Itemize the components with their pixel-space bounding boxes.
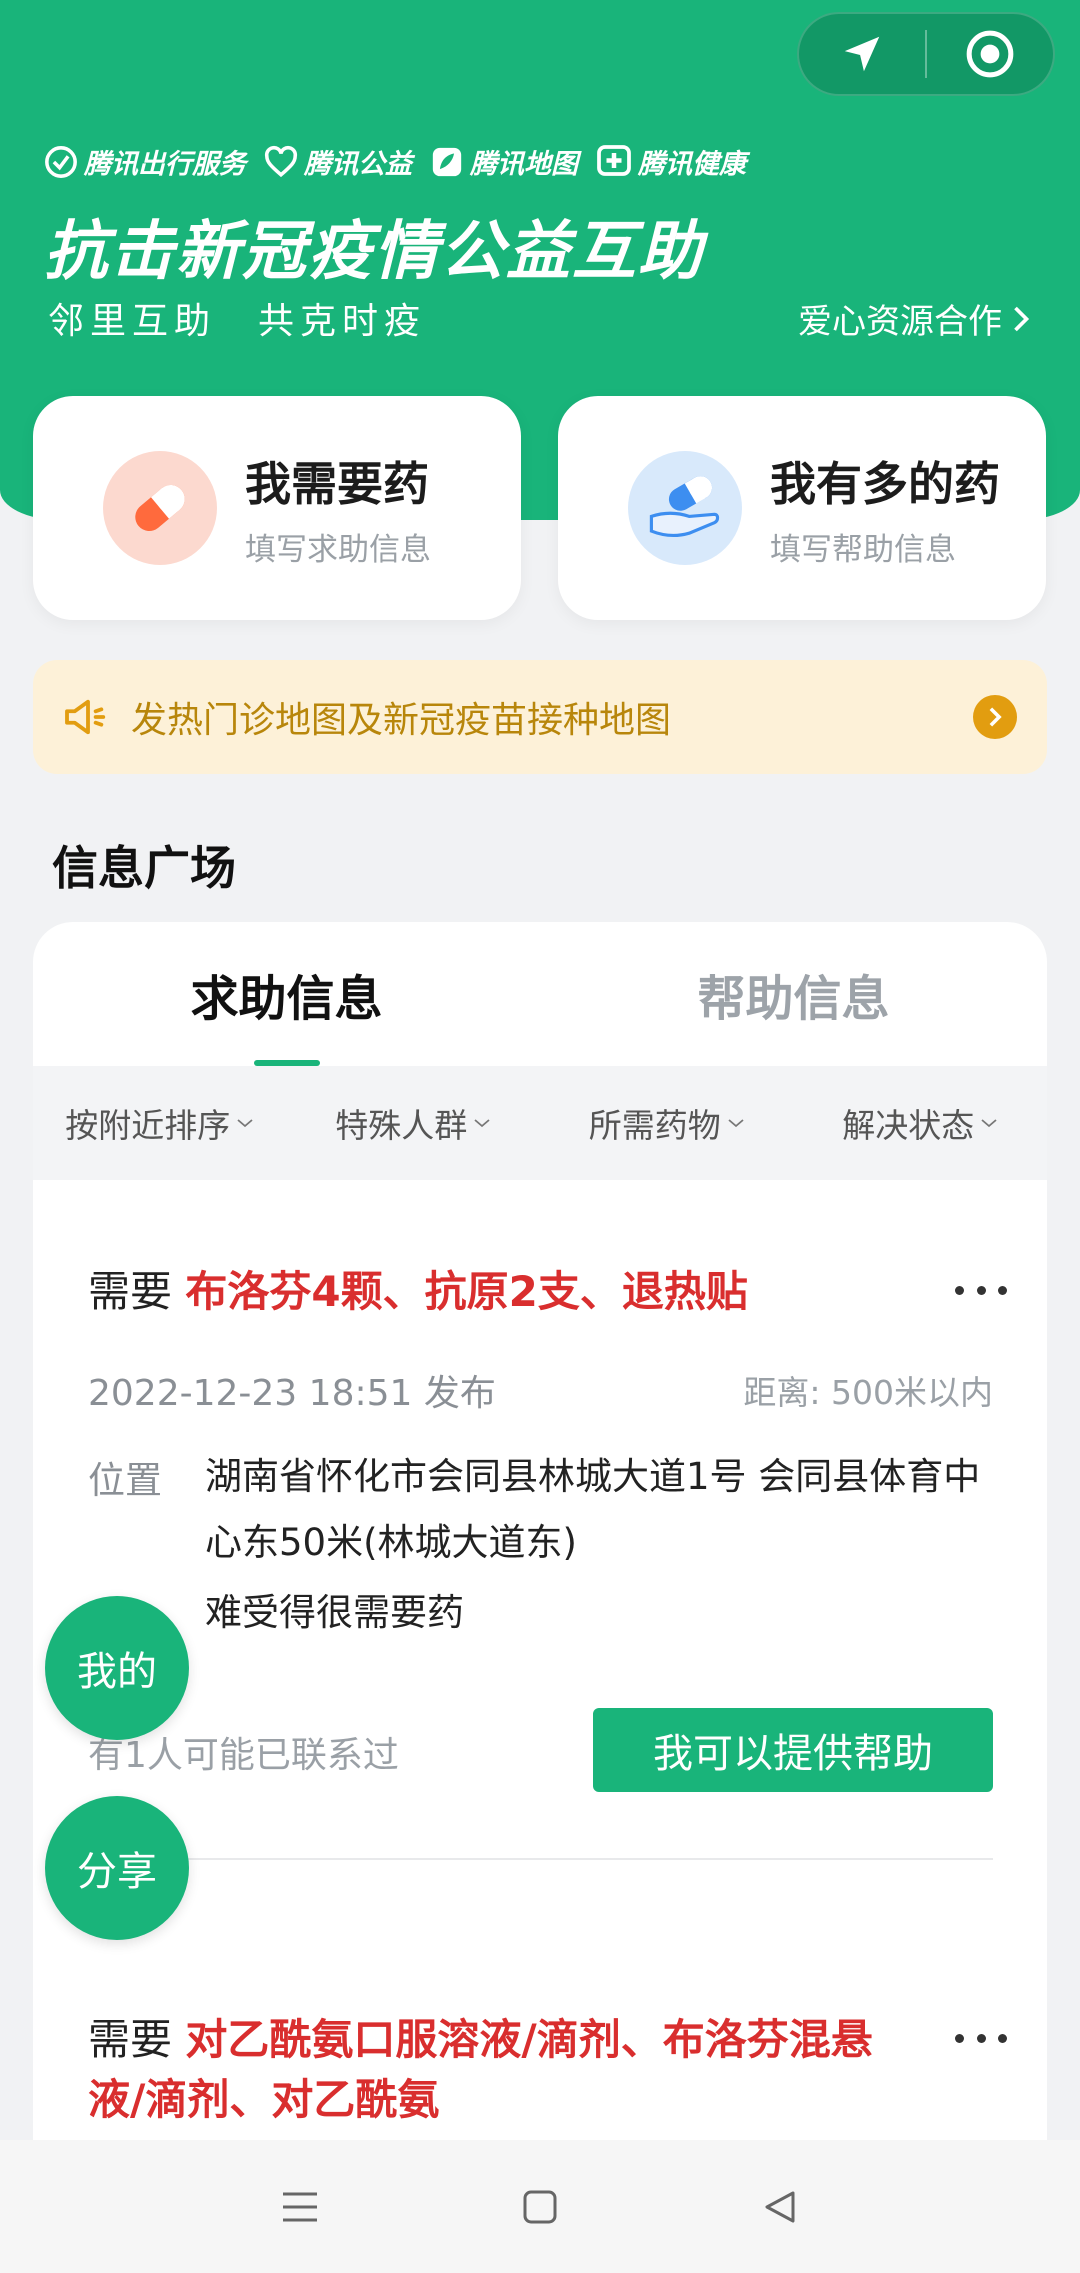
post-description: 难受得很需要药 bbox=[205, 1591, 464, 1634]
need-medicine-card[interactable]: 我需要药 填写求助信息 bbox=[33, 396, 521, 620]
home-nav-button[interactable] bbox=[500, 2167, 580, 2247]
brand-tencent-health: 腾讯健康 bbox=[596, 142, 746, 181]
location-button[interactable] bbox=[799, 12, 925, 96]
share-float-button[interactable]: 分享 bbox=[45, 1796, 189, 1940]
post-date: 2022-12-23 18:51 发布 bbox=[88, 1373, 496, 1414]
brand-tencent-map: 腾讯地图 bbox=[430, 142, 578, 181]
divider bbox=[88, 1858, 993, 1860]
location-text: 湖南省怀化市会同县林城大道1号 会同县体育中心东50米(林城大道东) bbox=[205, 1455, 981, 1564]
filter-label: 按附近排序 bbox=[65, 1106, 231, 1145]
have-medicine-title: 我有多的药 bbox=[770, 456, 1000, 511]
square-home-icon bbox=[523, 2190, 557, 2223]
brand-label: 腾讯公益 bbox=[304, 149, 412, 180]
more-options-icon[interactable] bbox=[955, 2028, 1007, 2048]
chevron-down-icon bbox=[981, 1119, 997, 1128]
partner-resource-link[interactable]: 爱心资源合作 bbox=[798, 294, 1032, 343]
filter-required-medicine[interactable]: 所需药物 bbox=[540, 1099, 794, 1147]
offer-help-button[interactable]: 我可以提供帮助 bbox=[593, 1708, 993, 1792]
info-square-panel: 求助信息 帮助信息 按附近排序 特殊人群 所需药物 解决状态 需要 布洛芬4颗、… bbox=[33, 922, 1047, 2273]
location-label: 位置 bbox=[88, 1459, 162, 1502]
need-medicine-subtitle: 填写求助信息 bbox=[245, 531, 431, 568]
record-button[interactable] bbox=[927, 12, 1053, 96]
more-options-icon[interactable] bbox=[955, 1280, 1007, 1300]
needed-medicines: 布洛芬4颗、抗原2支、退热贴 bbox=[185, 1267, 748, 1316]
chevron-right-icon[interactable] bbox=[973, 695, 1017, 739]
brand-tencent-travel: 腾讯出行服务 bbox=[44, 142, 246, 181]
filter-label: 所需药物 bbox=[588, 1106, 721, 1145]
have-medicine-subtitle: 填写帮助信息 bbox=[770, 531, 956, 568]
brand-tencent-charity: 腾讯公益 bbox=[264, 142, 412, 181]
list-item[interactable]: 需要 布洛芬4颗、抗原2支、退热贴 2022-12-23 18:51 发布 距离… bbox=[33, 1262, 1047, 1862]
need-medicine-title: 我需要药 bbox=[245, 456, 429, 511]
menu-icon bbox=[283, 2192, 317, 2221]
leaf-map-icon bbox=[432, 147, 462, 176]
filter-resolution-status[interactable]: 解决状态 bbox=[794, 1099, 1048, 1147]
post-headline: 需要 对乙酰氨口服溶液/滴剂、布洛芬混悬液/滴剂、对乙酰氨 bbox=[88, 2010, 928, 2130]
checkmark-circle-icon bbox=[45, 145, 77, 178]
info-tabs: 求助信息 帮助信息 bbox=[33, 922, 1047, 1066]
location-arrow-icon bbox=[844, 36, 880, 72]
post-headline: 需要 布洛芬4颗、抗原2支、退热贴 bbox=[88, 1262, 928, 1322]
brand-label: 腾讯地图 bbox=[470, 149, 578, 180]
need-label: 需要 bbox=[88, 2015, 173, 2064]
active-tab-indicator bbox=[254, 1060, 320, 1066]
chevron-down-icon bbox=[728, 1119, 744, 1128]
system-nav-bar bbox=[0, 2140, 1080, 2273]
filter-label: 解决状态 bbox=[842, 1106, 975, 1145]
brand-label: 腾讯出行服务 bbox=[84, 149, 246, 180]
triangle-back-icon bbox=[765, 2191, 795, 2222]
partner-brands: 腾讯出行服务 腾讯公益 腾讯地图 腾讯健康 bbox=[44, 142, 746, 181]
mini-program-capsule bbox=[797, 12, 1055, 96]
mine-float-button[interactable]: 我的 bbox=[45, 1596, 189, 1740]
tab-help-offers[interactable]: 帮助信息 bbox=[540, 922, 1047, 1066]
filter-sort-nearby[interactable]: 按附近排序 bbox=[33, 1099, 287, 1147]
medical-cross-icon bbox=[597, 144, 631, 176]
section-title: 信息广场 bbox=[52, 841, 236, 895]
record-target-icon bbox=[966, 30, 1014, 78]
page-title: 抗击新冠疫情公益互助 bbox=[44, 215, 704, 289]
chevron-down-icon bbox=[237, 1119, 253, 1128]
hand-pill-icon bbox=[628, 451, 742, 565]
post-distance: 距离: 500米以内 bbox=[743, 1373, 993, 1412]
tab-help-requests[interactable]: 求助信息 bbox=[33, 922, 540, 1066]
heart-icon bbox=[264, 145, 298, 177]
notice-text: 发热门诊地图及新冠疫苗接种地图 bbox=[131, 700, 672, 741]
have-medicine-card[interactable]: 我有多的药 填写帮助信息 bbox=[558, 396, 1046, 620]
brand-label: 腾讯健康 bbox=[638, 149, 746, 180]
fever-clinic-notice[interactable]: 发热门诊地图及新冠疫苗接种地图 bbox=[33, 660, 1047, 774]
chevron-right-icon bbox=[1014, 306, 1030, 331]
page-subtitle: 邻里互助 共克时疫 bbox=[48, 301, 427, 342]
megaphone-icon bbox=[65, 699, 106, 735]
need-label: 需要 bbox=[88, 1267, 173, 1316]
filter-bar: 按附近排序 特殊人群 所需药物 解决状态 bbox=[33, 1066, 1047, 1180]
needed-medicines: 对乙酰氨口服溶液/滴剂、布洛芬混悬液/滴剂、对乙酰氨 bbox=[88, 2015, 873, 2124]
filter-special-groups[interactable]: 特殊人群 bbox=[287, 1099, 541, 1147]
menu-nav-button[interactable] bbox=[260, 2167, 340, 2247]
chevron-down-icon bbox=[474, 1119, 490, 1128]
back-nav-button[interactable] bbox=[740, 2167, 820, 2247]
pill-icon bbox=[103, 451, 217, 565]
partner-resource-label: 爱心资源合作 bbox=[798, 302, 1002, 342]
filter-label: 特殊人群 bbox=[335, 1106, 468, 1145]
